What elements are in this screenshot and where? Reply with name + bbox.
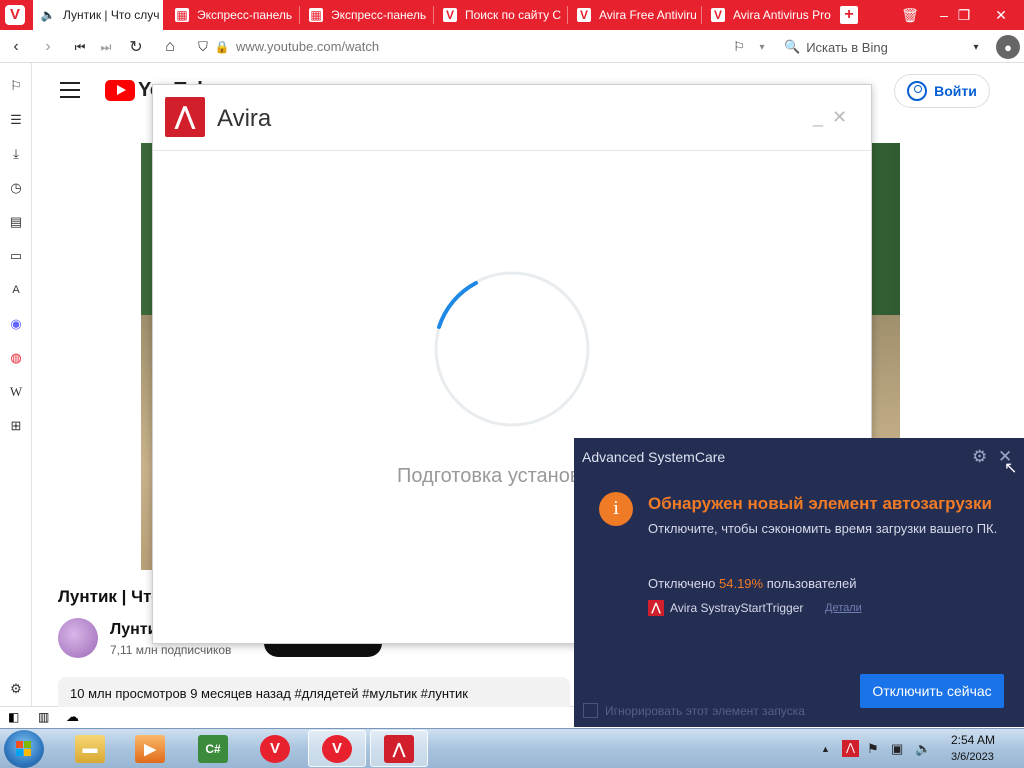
search-icon: 🔍 — [784, 39, 801, 54]
csharp-icon: C# — [198, 734, 228, 763]
translate-icon[interactable]: A — [6, 280, 26, 300]
avira-icon: ⋀ — [384, 734, 414, 763]
info-icon: i — [599, 492, 633, 526]
taskbar-media-player[interactable]: ▶ — [121, 730, 179, 767]
wikipedia-icon[interactable]: W — [6, 382, 26, 402]
youtube-logo-icon[interactable] — [105, 80, 135, 101]
window-panel-icon[interactable]: ▭ — [6, 246, 26, 266]
notification-description: Отключите, чтобы сэкономить время загруз… — [648, 521, 998, 536]
bookmark-icon[interactable]: ⚐ — [728, 36, 750, 58]
network-icon[interactable]: ▣ — [891, 741, 903, 757]
notification-app-title: Advanced SystemCare — [582, 449, 726, 465]
taskbar-explorer[interactable]: ▬ — [61, 730, 119, 767]
tab-separator — [701, 6, 702, 24]
avira-tray-icon[interactable]: ⋀ — [842, 740, 859, 757]
vivaldi-icon: V — [443, 8, 457, 22]
clock-date[interactable]: 3/6/2023 — [951, 751, 994, 763]
history-icon[interactable]: ◷ — [6, 178, 26, 198]
taskbar-csharp-editor[interactable]: C# — [184, 730, 242, 767]
close-icon[interactable]: ✕ — [832, 107, 847, 128]
install-status: Подготовка установки — [397, 465, 601, 487]
cloud-sync-icon[interactable]: ☁ — [66, 709, 79, 725]
divider — [153, 150, 871, 151]
vivaldi-community-icon[interactable]: ◍ — [6, 348, 26, 368]
account-icon — [907, 81, 928, 101]
profile-icon[interactable]: ● — [996, 35, 1020, 59]
systemcare-notification: Advanced SystemCare ⚙ ✕ i Обнаружен новы… — [574, 438, 1024, 727]
forward-icon[interactable]: › — [37, 36, 59, 58]
url-field[interactable]: www.youtube.com/watch — [236, 39, 379, 54]
ignore-checkbox[interactable] — [583, 703, 598, 718]
tab-site-search[interactable]: V Поиск по сайту С — [435, 0, 565, 30]
bookmarks-panel-icon[interactable]: ⚐ — [6, 76, 26, 96]
minimize-icon[interactable]: _ — [813, 107, 823, 128]
lock-icon: 🔒 — [214, 40, 230, 54]
downloads-icon[interactable]: ⤓ — [6, 144, 26, 164]
tab-separator — [433, 6, 434, 24]
close-window-icon[interactable]: ✕ — [984, 0, 1018, 30]
vivaldi-icon: V — [322, 734, 352, 763]
tab-luntik[interactable]: 🔈 Лунтик | Что случ — [33, 0, 163, 30]
tab-separator — [567, 6, 568, 24]
grid-icon: ▦ — [175, 8, 189, 22]
grid-icon: ▦ — [309, 8, 323, 22]
vivaldi-menu-icon[interactable]: V — [5, 5, 25, 25]
home-icon[interactable]: ⌂ — [159, 36, 181, 58]
maximize-icon[interactable]: ❐ — [947, 0, 981, 30]
folder-icon: ▬ — [75, 734, 105, 763]
avira-title: Avira — [217, 105, 272, 132]
vivaldi-icon: V — [577, 8, 591, 22]
disable-statistic: Отключено 54.19% пользователей — [648, 576, 857, 591]
trash-icon[interactable]: 🗑 — [893, 0, 927, 30]
tab-avira-free[interactable]: V Avira Free Antiviru — [569, 0, 699, 30]
tab-express-panel-1[interactable]: ▦ Экспресс-панель — [167, 0, 297, 30]
chevron-down-icon[interactable]: ▾ — [751, 36, 773, 58]
sign-in-button[interactable]: Войти — [894, 74, 990, 108]
ignore-label: Игнорировать этот элемент запуска — [605, 704, 805, 718]
reload-icon[interactable]: ↻ — [125, 36, 147, 58]
details-link[interactable]: Детали — [825, 602, 862, 614]
search-engine-dropdown-icon[interactable]: ▾ — [965, 36, 987, 58]
gear-icon[interactable]: ⚙ — [972, 447, 987, 467]
volume-icon[interactable]: 🔈 — [915, 741, 931, 757]
vivaldi-icon: V — [711, 8, 725, 22]
tile-tabs-icon[interactable]: ▥ — [38, 710, 49, 724]
speaker-icon: 🔈 — [40, 8, 56, 22]
tab-separator — [299, 6, 300, 24]
tab-express-panel-2[interactable]: ▦ Экспресс-панель — [301, 0, 431, 30]
tab-avira-pro[interactable]: V Avira Antivirus Pro — [703, 0, 831, 30]
add-panel-icon[interactable]: ⊞ — [6, 416, 26, 436]
video-meta: 10 млн просмотров 9 месяцев назад #дляде… — [70, 686, 468, 701]
back-icon[interactable]: ‹ — [5, 36, 27, 58]
taskbar-vivaldi-1[interactable]: V — [246, 730, 304, 767]
panel-toggle-icon[interactable]: ◧ — [8, 710, 19, 724]
taskbar-vivaldi-2[interactable]: V — [308, 730, 366, 767]
mouse-cursor-icon: ↖ — [1004, 460, 1018, 477]
rewind-icon[interactable]: ⏮ — [69, 36, 91, 58]
channel-avatar[interactable] — [58, 618, 98, 658]
start-button[interactable] — [4, 730, 44, 768]
tray-expand-icon[interactable]: ▲ — [821, 744, 830, 754]
vivaldi-icon: V — [260, 734, 290, 763]
action-center-flag-icon[interactable]: ⚑ — [867, 741, 879, 757]
notes-icon[interactable]: ▤ — [6, 212, 26, 232]
avira-logo-icon: ⋀ — [165, 97, 205, 137]
hamburger-menu-icon[interactable] — [60, 82, 80, 98]
notification-headline: Обнаружен новый элемент автозагрузки — [648, 494, 992, 513]
settings-gear-icon[interactable]: ⚙ — [6, 679, 26, 699]
clock-time[interactable]: 2:54 AM — [951, 733, 995, 747]
fast-forward-icon[interactable]: ⏭ — [95, 36, 117, 58]
startup-item-name: Avira SystrayStartTrigger — [670, 601, 804, 615]
subscriber-count: 7,11 млн подписчиков — [110, 643, 232, 657]
new-tab-icon[interactable]: + — [840, 6, 858, 24]
media-player-icon: ▶ — [135, 734, 165, 763]
taskbar-avira[interactable]: ⋀ — [370, 730, 428, 767]
mastodon-icon[interactable]: ◉ — [6, 314, 26, 334]
loading-spinner — [434, 271, 590, 427]
disable-now-button[interactable]: Отключить сейчас — [860, 674, 1004, 708]
search-input[interactable]: 🔍 Искать в Bing — [784, 36, 990, 58]
avira-item-icon: ⋀ — [648, 600, 664, 616]
reading-list-icon[interactable]: ☰ — [6, 110, 26, 130]
